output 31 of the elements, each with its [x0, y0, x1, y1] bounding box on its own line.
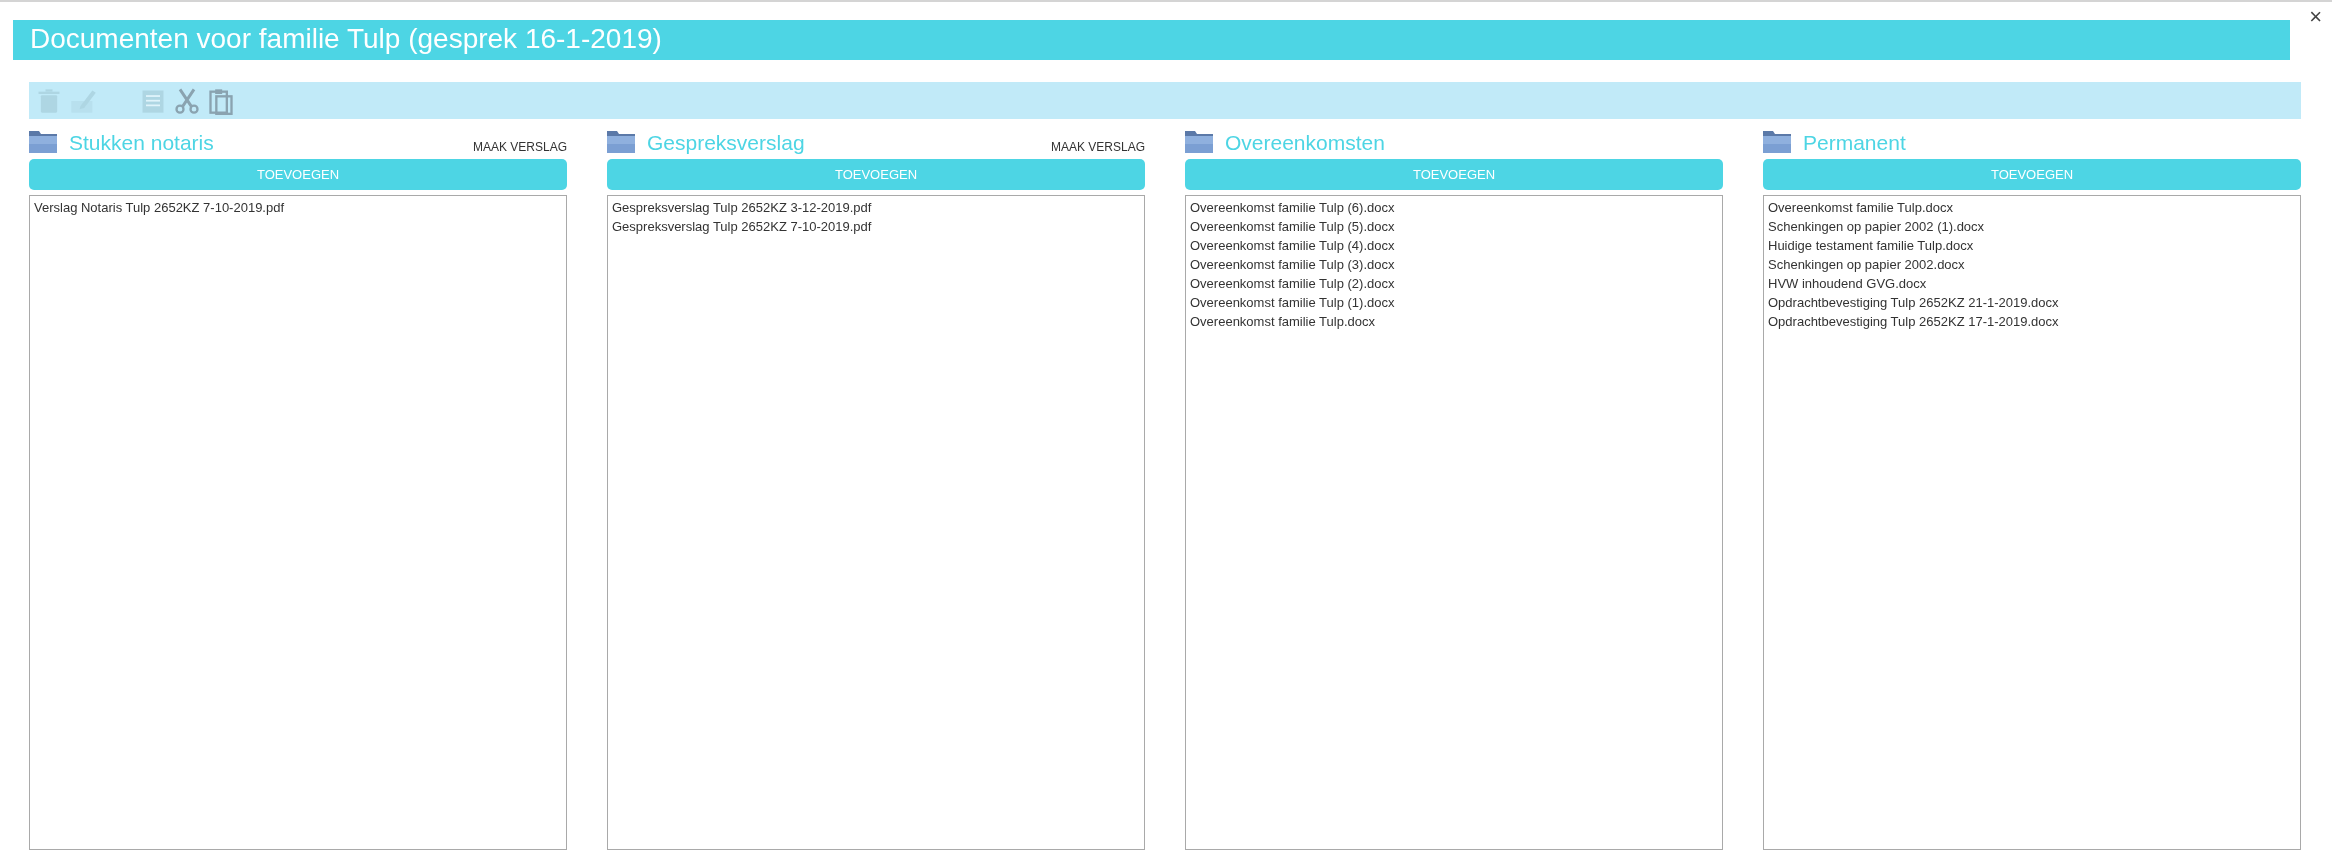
file-item[interactable]: Overeenkomst familie Tulp (3).docx — [1190, 255, 1395, 274]
window-title: Documenten voor familie Tulp (gesprek 16-1-2019) — [13, 20, 2290, 60]
file-item[interactable]: Gespreksverslag Tulp 2652KZ 7-10-2019.pdf — [612, 217, 872, 236]
file-item[interactable]: Gespreksverslag Tulp 2652KZ 3-12-2019.pdf — [612, 198, 872, 217]
folder-title: Stukken notaris — [69, 130, 214, 156]
file-item[interactable]: Overeenkomst familie Tulp (6).docx — [1190, 198, 1395, 217]
file-item[interactable]: Opdrachtbevestiging Tulp 2652KZ 17-1-2019.docx — [1768, 312, 2059, 331]
folder-icon — [607, 131, 635, 153]
folder-title: Overeenkomsten — [1225, 130, 1385, 156]
file-item[interactable]: Overeenkomst familie Tulp (5).docx — [1190, 217, 1395, 236]
file-item[interactable]: Overeenkomst familie Tulp (4).docx — [1190, 236, 1395, 255]
folder-icon — [29, 131, 57, 153]
file-item[interactable]: Schenkingen op papier 2002 (1).docx — [1768, 217, 1985, 236]
file-item[interactable]: Overeenkomst familie Tulp.docx — [1190, 312, 1375, 331]
file-item[interactable]: Huidige testament familie Tulp.docx — [1768, 236, 1974, 255]
close-button[interactable]: × — [2309, 6, 2322, 28]
make-report-link[interactable]: MAAK VERSLAG — [472, 139, 567, 155]
file-item[interactable]: Verslag Notaris Tulp 2652KZ 7-10-2019.pdf — [34, 198, 285, 217]
folder-title: Permanent — [1803, 130, 1906, 156]
file-item[interactable]: Opdrachtbevestiging Tulp 2652KZ 21-1-2019.docx — [1768, 293, 2059, 312]
file-item[interactable]: Overeenkomst familie Tulp.docx — [1768, 198, 1953, 217]
folder-icon — [1763, 131, 1791, 153]
make-report-link[interactable]: MAAK VERSLAG — [1050, 139, 1145, 155]
scissors-icon[interactable] — [173, 86, 201, 115]
clipboard-icon[interactable] — [207, 86, 235, 115]
file-item[interactable]: Overeenkomst familie Tulp (2).docx — [1190, 274, 1395, 293]
file-item[interactable]: Schenkingen op papier 2002.docx — [1768, 255, 1965, 274]
folder-title: Gespreksverslag — [647, 130, 805, 156]
file-item[interactable]: HVW inhoudend GVG.docx — [1768, 274, 1927, 293]
file-item[interactable]: Overeenkomst familie Tulp (1).docx — [1190, 293, 1395, 312]
folder-icon — [1185, 131, 1213, 153]
